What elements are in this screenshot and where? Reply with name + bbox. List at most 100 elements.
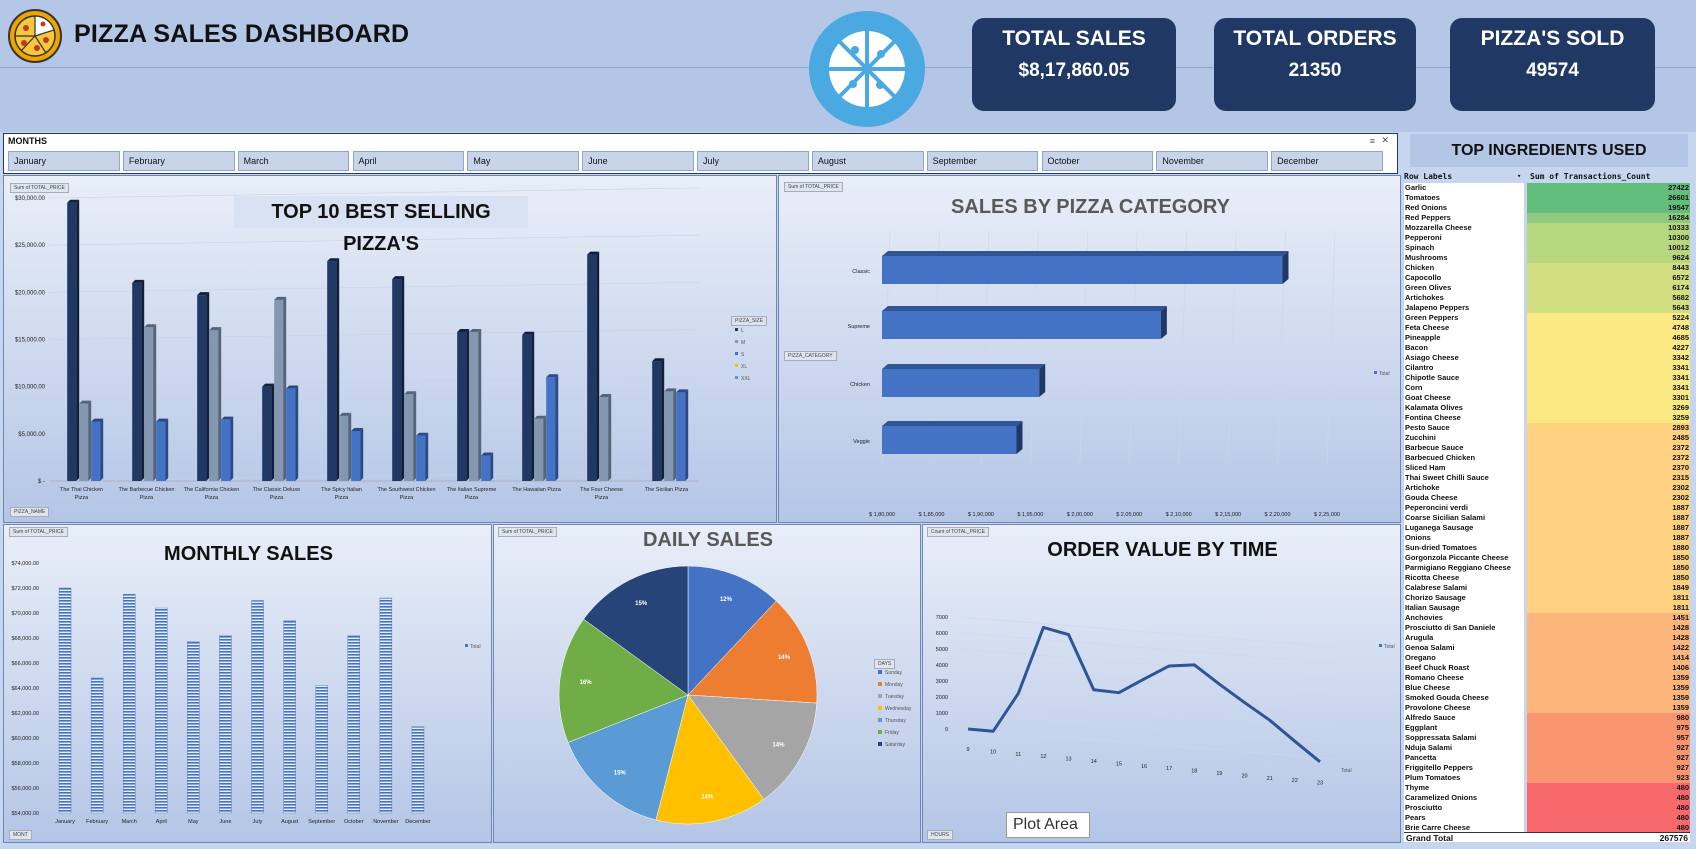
ingredient-row: Bacon 4227 <box>1404 343 1690 353</box>
bar-M <box>79 403 89 481</box>
ingredient-name: Bacon <box>1404 343 1524 353</box>
bar-side <box>295 385 299 481</box>
field-pill[interactable]: Count of TOTAL_PRICE <box>927 527 989 537</box>
ingredient-row: Kalamata Olives 3269 <box>1404 403 1690 413</box>
gridline <box>1326 230 1336 467</box>
ingredient-row: Asiago Cheese 3342 <box>1404 353 1690 363</box>
legend-label: Total <box>470 644 481 650</box>
ingredient-name: Red Onions <box>1404 203 1524 213</box>
bar-total <box>58 587 72 814</box>
pizza-size-filter[interactable]: PIZZA_SIZE <box>731 316 768 326</box>
legend-label: L <box>741 328 744 334</box>
bar-L <box>132 282 142 481</box>
bar-side <box>348 412 352 481</box>
ingredient-row: Chorizo Sausage 1811 <box>1404 593 1690 603</box>
x-tick-label: $ 2,00,000 <box>1067 512 1093 518</box>
legend-label: XXL <box>741 376 751 382</box>
axis-series-label: Total <box>1341 768 1352 774</box>
bar-side <box>218 327 222 481</box>
values-header: Sum of Transactions_Count <box>1530 172 1651 181</box>
multi-select-icon[interactable]: ≡ <box>1370 136 1375 146</box>
legend-label: Monday <box>885 682 903 688</box>
ingredient-row: Cilantro 3341 <box>1404 363 1690 373</box>
ingredient-name: Chipotle Sauce <box>1404 373 1524 383</box>
ingredient-count: 923 <box>1527 773 1690 783</box>
field-pill[interactable]: Sum of TOTAL_PRICE <box>9 527 68 537</box>
x-tick-label: November <box>373 819 399 825</box>
x-tick-label: 23 <box>1317 781 1323 787</box>
pizza-name-filter[interactable]: PIZZA_NAME <box>10 507 50 517</box>
month-button[interactable]: July <box>697 151 809 171</box>
ingredient-row: Oregano 1414 <box>1404 653 1690 663</box>
legend-label: Thursday <box>885 718 906 724</box>
month-filter[interactable]: MONT <box>9 830 32 840</box>
bar-side <box>1016 421 1023 454</box>
ingredient-name: Ricotta Cheese <box>1404 573 1524 583</box>
bar-side <box>1160 306 1167 339</box>
ingredient-row: Parmigiano Reggiano Cheese 1850 <box>1404 563 1690 573</box>
legend-swatch <box>735 376 738 379</box>
grand-total-row: Grand Total 267576 <box>1404 832 1690 843</box>
ingredient-row: Onions 1887 <box>1404 533 1690 543</box>
bar-M <box>599 397 609 481</box>
kpi-pizzas-sold: PIZZA'S SOLD 49574 <box>1450 18 1655 111</box>
x-tick-label: $ 1,90,000 <box>968 512 994 518</box>
bar-total <box>155 607 168 814</box>
legend-label: Wednesday <box>885 706 912 712</box>
bar-total <box>882 426 1017 454</box>
ingredient-count: 975 <box>1527 723 1690 733</box>
month-button[interactable]: January <box>8 151 120 171</box>
field-pill[interactable]: Sum of TOTAL_PRICE <box>784 182 843 192</box>
ingredient-count: 4748 <box>1527 323 1690 333</box>
y-tick-label: $30,000.00 <box>15 196 46 202</box>
bar-M <box>404 394 414 481</box>
field-pill[interactable]: Sum of TOTAL_PRICE <box>10 183 69 193</box>
x-tick-label: 11 <box>1015 752 1021 758</box>
kpi-value: 21350 <box>1288 60 1342 81</box>
bar-side <box>271 383 275 481</box>
ingredient-name: Tomatoes <box>1404 193 1524 203</box>
month-button[interactable]: December <box>1271 151 1383 171</box>
ingredient-count: 3341 <box>1527 383 1690 393</box>
legend-swatch <box>465 644 468 647</box>
bar-total <box>251 600 264 814</box>
filter-dropdown-icon[interactable]: ▾ <box>1517 172 1521 180</box>
ingredient-row: Smoked Gouda Cheese 1359 <box>1404 693 1690 703</box>
bar-S <box>416 435 426 481</box>
month-button[interactable]: February <box>122 151 235 171</box>
monthly-chart: $54,000.00 $56,000.00 $58,000.00 $60,000.00… <box>11 561 481 825</box>
x-tick-label: $ 2,20,000 <box>1265 512 1291 518</box>
x-tick-label: 17 <box>1166 766 1172 772</box>
ingredient-name: Thyme <box>1404 783 1524 793</box>
x-tick-label: $ 2,25,000 <box>1314 512 1340 518</box>
days-filter[interactable]: DAYS <box>874 659 896 669</box>
ingredient-name: Artichoke <box>1404 483 1524 493</box>
month-button[interactable]: June <box>582 151 694 171</box>
month-button[interactable]: September <box>926 151 1039 171</box>
ingredient-count: 6572 <box>1527 273 1690 283</box>
gridline <box>959 616 1336 648</box>
month-button[interactable]: August <box>811 151 924 171</box>
month-button[interactable]: October <box>1041 151 1154 171</box>
category-title: SALES BY PIZZA CATEGORY <box>951 196 1230 218</box>
month-button[interactable]: November <box>1156 151 1269 171</box>
ingredient-row: Chicken 8443 <box>1404 263 1690 273</box>
ingredient-count: 1811 <box>1527 603 1690 613</box>
x-tick-label: 15 <box>1116 761 1122 767</box>
ingredient-name: Smoked Gouda Cheese <box>1404 693 1524 703</box>
month-button[interactable]: March <box>237 151 350 171</box>
ingredient-count: 1887 <box>1527 513 1690 523</box>
ingredient-count: 2370 <box>1527 463 1690 473</box>
ingredient-count: 9624 <box>1527 253 1690 263</box>
bar-total <box>187 641 200 814</box>
month-button[interactable]: May <box>467 151 580 171</box>
bar-side <box>206 292 210 481</box>
clear-filter-icon[interactable]: ✕ <box>1381 135 1389 146</box>
ingredient-name: Arugula <box>1404 633 1524 643</box>
bar-side <box>153 324 157 481</box>
data-label: 14% <box>778 655 791 661</box>
pizza-category-filter[interactable]: PIZZA_CATEGORY <box>784 351 837 361</box>
y-tick-label: $62,000.00 <box>11 711 39 717</box>
month-button[interactable]: April <box>352 151 465 171</box>
hours-filter[interactable]: HOURS <box>927 830 954 840</box>
